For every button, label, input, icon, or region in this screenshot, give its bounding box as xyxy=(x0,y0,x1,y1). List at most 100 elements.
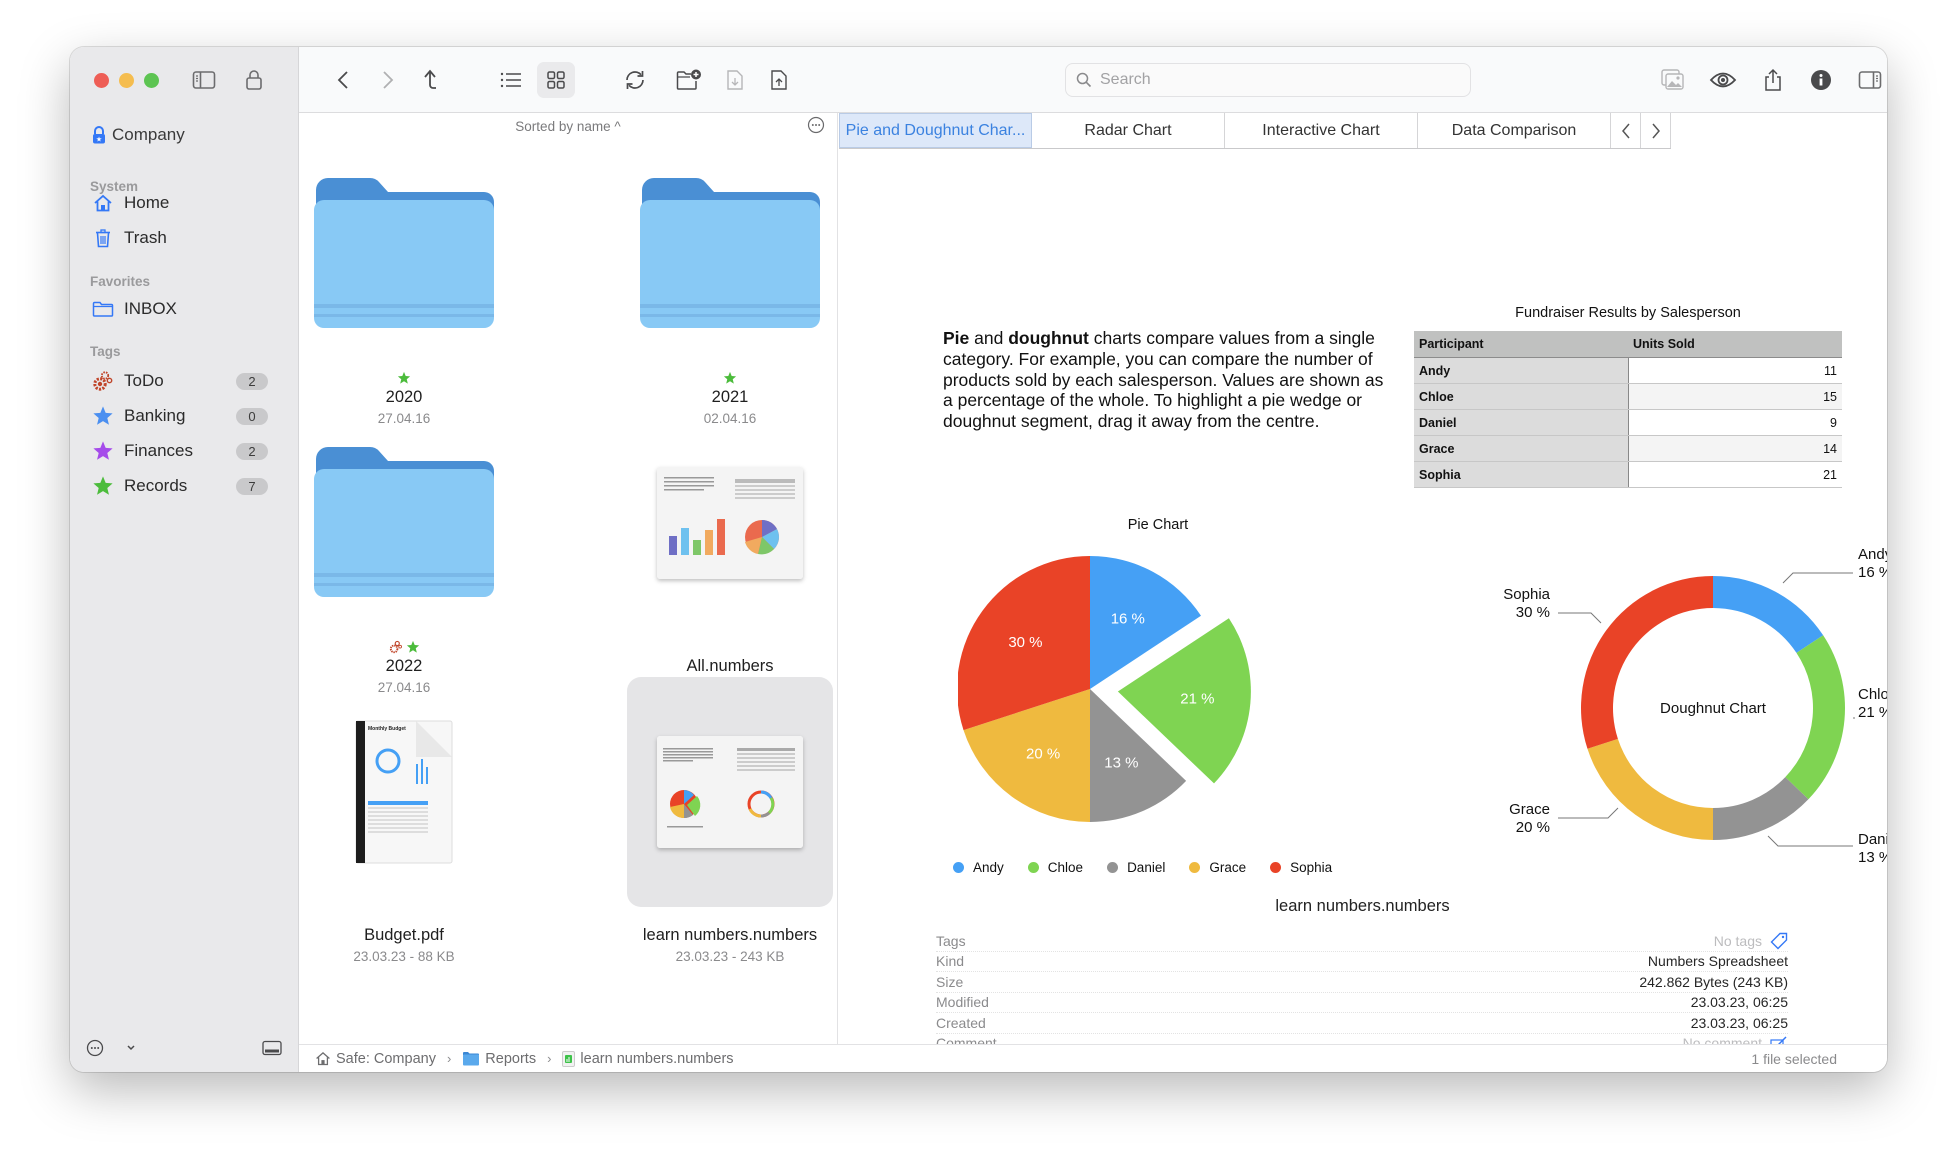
spreadsheet-preview-icon xyxy=(657,467,803,579)
sidebar-item-trash[interactable]: Trash xyxy=(92,224,268,252)
breadcrumb: Safe: Company › Reports › learn numbers.… xyxy=(315,1050,734,1067)
file-name: 2020 xyxy=(385,388,423,406)
gallery-button[interactable] xyxy=(1657,64,1689,96)
zoom-window-button[interactable] xyxy=(144,73,159,88)
search-input[interactable] xyxy=(1100,71,1440,89)
info-row-tags: Tags No tags xyxy=(936,931,1788,952)
table-row: Daniel 9 xyxy=(1414,409,1842,436)
more-options-icon[interactable] xyxy=(86,1039,104,1057)
breadcrumb-item-reports[interactable]: Reports xyxy=(462,1051,536,1067)
close-window-button[interactable] xyxy=(94,73,109,88)
tag-icon[interactable] xyxy=(1770,932,1788,950)
doughnut-chart-title: Doughnut Chart xyxy=(1660,700,1767,717)
toggle-inspector-button[interactable] xyxy=(1854,64,1886,96)
status-bar: Safe: Company › Reports › learn numbers.… xyxy=(299,1044,1887,1072)
numbers-file-icon xyxy=(562,1050,576,1067)
vault-name: Company xyxy=(112,125,185,144)
back-button[interactable] xyxy=(327,64,359,96)
table-row: Grace 14 xyxy=(1414,435,1842,462)
file-tile-2021[interactable]: 2021 02.04.16 xyxy=(627,139,833,426)
file-upload-icon xyxy=(771,70,787,90)
parent-folder-button[interactable] xyxy=(415,64,447,96)
vault-header[interactable]: ★ Company xyxy=(92,125,185,145)
more-options-icon[interactable] xyxy=(807,116,825,134)
item-tags xyxy=(301,638,507,656)
chart-description: Pie and doughnut charts compare values f… xyxy=(943,328,1384,432)
arrow-up-icon xyxy=(424,69,436,89)
tab-data-comparison[interactable]: Data Comparison xyxy=(1418,113,1611,148)
minimize-window-button[interactable] xyxy=(119,73,134,88)
breadcrumb-item-file[interactable]: learn numbers.numbers xyxy=(562,1050,734,1067)
sidebar-item-todo[interactable]: ToDo 2 xyxy=(92,367,268,395)
numbers-thumbnail xyxy=(627,408,833,638)
new-folder-button[interactable] xyxy=(673,64,705,96)
file-tile-2022[interactable]: 2022 27.04.16 xyxy=(301,408,507,695)
sidebar-icon xyxy=(192,71,216,89)
folder-icon xyxy=(314,446,494,597)
share-button[interactable] xyxy=(1757,64,1789,96)
file-tile-learn-numbers[interactable]: learn numbers.numbers 23.03.23 - 243 KB xyxy=(627,677,833,964)
breadcrumb-item-vault[interactable]: Safe: Company xyxy=(315,1051,436,1067)
file-name: All.numbers xyxy=(686,657,774,675)
doughnut-segment-andy[interactable] xyxy=(1713,576,1824,653)
tag-count-badge: 2 xyxy=(236,372,268,390)
doughnut-segment-chloe[interactable] xyxy=(1785,635,1845,800)
doughnut-chart: Andy16 % Chloe21 % Daniel13 % Grace20 % Soph… xyxy=(1503,546,1887,866)
list-view-button[interactable] xyxy=(495,64,527,96)
import-button[interactable] xyxy=(719,64,751,96)
svg-text:Monthly Budget: Monthly Budget xyxy=(368,726,406,732)
pie-legend: Andy Chloe Daniel Grace Sophia xyxy=(953,860,1332,875)
tab-pie-and-doughnut[interactable]: Pie and Doughnut Char... xyxy=(839,113,1032,148)
trash-icon xyxy=(96,228,110,247)
search-field[interactable] xyxy=(1065,63,1471,97)
callout-name-grace: Grace xyxy=(1509,801,1550,818)
doughnut-segment-grace[interactable] xyxy=(1587,738,1713,840)
column-header: Units Sold xyxy=(1628,331,1842,358)
file-tile-2020[interactable]: 2020 27.04.16 xyxy=(301,139,507,426)
doughnut-segment-sophia[interactable] xyxy=(1581,576,1713,749)
tab-radar-chart[interactable]: Radar Chart xyxy=(1032,113,1225,148)
callout-value-daniel: 13 % xyxy=(1858,849,1887,866)
grid-view-button[interactable] xyxy=(537,62,575,98)
file-tile-all-numbers[interactable]: All.numbers 10.09.18 - 157 KB xyxy=(627,408,833,695)
tab-interactive-chart[interactable]: Interactive Chart xyxy=(1225,113,1418,148)
sync-button[interactable] xyxy=(619,64,651,96)
table-title: Fundraiser Results by Salesperson xyxy=(1515,305,1741,321)
gears-icon xyxy=(93,371,113,391)
folder-icon xyxy=(640,177,820,328)
chevron-down-icon[interactable] xyxy=(126,1044,136,1052)
sidebar-item-inbox[interactable]: INBOX xyxy=(92,295,268,323)
export-button[interactable] xyxy=(763,64,795,96)
tab-scroll-right-button[interactable] xyxy=(1641,113,1671,148)
numbers-thumbnail xyxy=(627,677,833,907)
app-window: ★ Company System Home Trash Favorites IN… xyxy=(70,47,1887,1072)
quicklook-button[interactable] xyxy=(1707,64,1739,96)
info-row-created: Created 23.03.23, 06:25 xyxy=(936,1013,1788,1034)
sort-label[interactable]: Sorted by name ^ xyxy=(515,119,620,134)
sidebar-item-records[interactable]: Records 7 xyxy=(92,472,268,500)
file-tile-budget-pdf[interactable]: Monthly Budget Budget.pdf 23.03.23 - 88 … xyxy=(301,677,507,964)
tab-scroll-left-button[interactable] xyxy=(1611,113,1641,148)
legend-swatch xyxy=(1189,862,1201,873)
info-button[interactable] xyxy=(1805,64,1837,96)
bottom-panel-icon[interactable] xyxy=(262,1040,282,1056)
file-name: learn numbers.numbers xyxy=(642,926,818,944)
table-row: Chloe 15 xyxy=(1414,383,1842,410)
section-tags: Tags xyxy=(90,344,121,359)
sidebar-item-banking[interactable]: Banking 0 xyxy=(92,402,268,430)
sidebar-item-finances[interactable]: Finances 2 xyxy=(92,437,268,465)
lock-button[interactable] xyxy=(241,67,267,93)
doughnut-segment-daniel[interactable] xyxy=(1713,777,1809,840)
pie-data-label-daniel: 13 % xyxy=(1104,754,1138,771)
item-tags xyxy=(627,907,833,925)
sidebar-item-home[interactable]: Home xyxy=(92,189,268,217)
forward-button[interactable] xyxy=(372,64,404,96)
toggle-sidebar-button[interactable] xyxy=(191,67,217,93)
item-tags xyxy=(627,369,833,387)
item-tags xyxy=(301,907,507,925)
breadcrumb-separator: › xyxy=(547,1051,552,1066)
info-icon xyxy=(1811,70,1831,90)
pdf-document-icon: Monthly Budget xyxy=(355,720,453,864)
sheet-tabs: Pie and Doughnut Char... Radar Chart Int… xyxy=(839,113,1671,149)
home-icon xyxy=(316,1052,330,1066)
